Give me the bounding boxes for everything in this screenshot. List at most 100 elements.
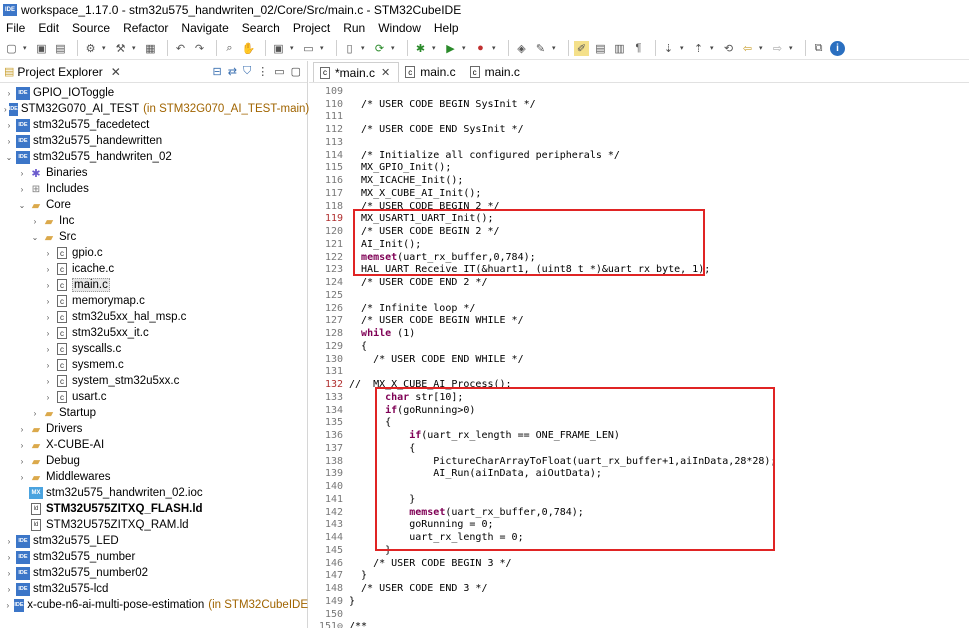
collapsed-arrow-icon[interactable]: › <box>43 281 53 290</box>
run-icon[interactable]: ▶ <box>443 41 458 56</box>
collapsed-arrow-icon[interactable]: › <box>17 185 27 194</box>
dropdown-arrow-icon[interactable]: ▾ <box>789 44 795 52</box>
tree-item[interactable]: › IDE stm32u575_number <box>0 549 308 565</box>
tree-item[interactable]: › ▰ Drivers <box>0 421 308 437</box>
collapsed-arrow-icon[interactable]: › <box>17 425 27 434</box>
show-block-icon[interactable]: ▤ <box>593 41 608 56</box>
dropdown-arrow-icon[interactable]: ▾ <box>759 44 765 52</box>
open-perspective-icon[interactable]: ⧉ <box>811 41 826 56</box>
tree-item[interactable]: ⌄ ▰ Core <box>0 197 308 213</box>
tree-item[interactable]: › c gpio.c <box>0 245 308 261</box>
collapsed-arrow-icon[interactable]: › <box>4 105 7 114</box>
tree-item[interactable]: ⌄ IDE stm32u575_handwriten_02 <box>0 149 308 165</box>
close-icon[interactable]: ✕ <box>111 65 121 79</box>
prev-annotation-icon[interactable]: ⇡ <box>691 41 706 56</box>
collapsed-arrow-icon[interactable]: › <box>30 409 40 418</box>
menu-item-source[interactable]: Source <box>72 21 110 35</box>
collapsed-arrow-icon[interactable]: › <box>43 265 53 274</box>
external-tools-icon[interactable]: ● <box>473 41 488 56</box>
dropdown-arrow-icon[interactable]: ▾ <box>552 44 558 52</box>
tree-item[interactable]: › c sysmem.c <box>0 357 308 373</box>
collapsed-arrow-icon[interactable]: › <box>30 217 40 226</box>
tree-item[interactable]: › ▰ Startup <box>0 405 308 421</box>
menu-item-run[interactable]: Run <box>343 21 365 35</box>
build-hammer-icon[interactable]: ⚒ <box>113 41 128 56</box>
tree-item[interactable]: › IDE STM32G070_AI_TEST (in STM32G070_AI_TE… <box>0 101 309 117</box>
search-icon[interactable]: ⌕ <box>222 41 237 56</box>
toggle-mark-icon[interactable]: ▥ <box>612 41 627 56</box>
minimize-icon[interactable]: ▭ <box>274 65 284 78</box>
collapsed-arrow-icon[interactable]: › <box>43 361 53 370</box>
collapsed-arrow-icon[interactable]: › <box>43 297 53 306</box>
editor-tab-main-c[interactable]: c *main.c ✕ <box>313 62 400 82</box>
collapsed-arrow-icon[interactable]: › <box>4 537 14 546</box>
new-icon[interactable]: ▢ <box>4 41 19 56</box>
expanded-arrow-icon[interactable]: ⌄ <box>30 233 40 242</box>
collapsed-arrow-icon[interactable]: › <box>43 329 53 338</box>
menu-item-help[interactable]: Help <box>434 21 459 35</box>
expanded-arrow-icon[interactable]: ⌄ <box>4 153 14 162</box>
tree-item[interactable]: › c main.c <box>0 277 308 293</box>
collapsed-arrow-icon[interactable]: › <box>17 457 27 466</box>
editor-tab-main-c[interactable]: c main.c <box>464 62 528 82</box>
debug-bug-icon[interactable]: ✱ <box>413 41 428 56</box>
device-icon[interactable]: ▣ <box>271 41 286 56</box>
collapsed-arrow-icon[interactable]: › <box>4 89 14 98</box>
refresh-icon[interactable]: ⟳ <box>372 41 387 56</box>
dropdown-arrow-icon[interactable]: ▾ <box>320 44 326 52</box>
collapse-all-icon[interactable]: ⊟ <box>213 65 222 78</box>
view-menu-icon[interactable]: ⋮ <box>257 65 268 78</box>
settings-icon[interactable]: ⚙ <box>83 41 98 56</box>
link-editor-icon[interactable]: ⇄ <box>228 65 237 78</box>
undo-icon[interactable]: ↶ <box>173 41 188 56</box>
collapsed-arrow-icon[interactable]: › <box>4 553 14 562</box>
tree-item[interactable]: › ✱ Binaries <box>0 165 308 181</box>
collapsed-arrow-icon[interactable]: › <box>4 137 14 146</box>
menu-item-file[interactable]: File <box>6 21 25 35</box>
last-edit-icon[interactable]: ⟲ <box>721 41 736 56</box>
tree-item[interactable]: ld STM32U575ZITXQ_RAM.ld <box>0 517 308 533</box>
collapsed-arrow-icon[interactable]: › <box>4 601 12 610</box>
collapsed-arrow-icon[interactable]: › <box>43 393 53 402</box>
collapsed-arrow-icon[interactable]: › <box>43 377 53 386</box>
redo-icon[interactable]: ↷ <box>192 41 207 56</box>
tree-item[interactable]: › ▰ Middlewares <box>0 469 308 485</box>
collapsed-arrow-icon[interactable]: › <box>17 441 27 450</box>
collapsed-arrow-icon[interactable]: › <box>4 569 14 578</box>
expanded-arrow-icon[interactable]: ⌄ <box>17 201 27 210</box>
menu-item-project[interactable]: Project <box>293 21 330 35</box>
collapsed-arrow-icon[interactable]: › <box>4 585 14 594</box>
maximize-icon[interactable]: ▢ <box>291 65 301 78</box>
tree-item[interactable]: MX stm32u575_handwriten_02.ioc <box>0 485 308 501</box>
tree-item[interactable]: › ▰ X-CUBE-AI <box>0 437 308 453</box>
next-annotation-icon[interactable]: ⇣ <box>661 41 676 56</box>
tree-item[interactable]: › c stm32u5xx_it.c <box>0 325 308 341</box>
highlight-pen-icon[interactable]: ✐ <box>574 40 589 56</box>
tree-item[interactable]: › IDE stm32u575_handewritten <box>0 133 308 149</box>
collapsed-arrow-icon[interactable]: › <box>17 169 27 178</box>
tree-item[interactable]: › c usart.c <box>0 389 308 405</box>
tree-item[interactable]: › c system_stm32u5xx.c <box>0 373 308 389</box>
menu-item-navigate[interactable]: Navigate <box>181 21 228 35</box>
hand-icon[interactable]: ✋ <box>241 41 256 56</box>
dropdown-arrow-icon[interactable]: ▾ <box>462 44 468 52</box>
open-task-icon[interactable]: ✎ <box>533 41 548 56</box>
dropdown-arrow-icon[interactable]: ▾ <box>710 44 716 52</box>
tree-item[interactable]: › IDE GPIO_IOToggle <box>0 85 308 101</box>
code-area[interactable]: 109 110 /* USER CODE BEGIN SysInit */111 1… <box>309 84 969 628</box>
tree-item[interactable]: › c memorymap.c <box>0 293 308 309</box>
save-all-icon[interactable]: ▤ <box>53 41 68 56</box>
dropdown-arrow-icon[interactable]: ▾ <box>23 44 29 52</box>
collapsed-arrow-icon[interactable]: › <box>43 313 53 322</box>
tree-item[interactable]: › ▰ Inc <box>0 213 308 229</box>
filter-icon[interactable]: ⛉ <box>243 65 251 78</box>
dropdown-arrow-icon[interactable]: ▾ <box>102 44 108 52</box>
menu-item-edit[interactable]: Edit <box>38 21 59 35</box>
menu-item-refactor[interactable]: Refactor <box>123 21 168 35</box>
folder-open-icon[interactable]: ▭ <box>301 41 316 56</box>
tree-item[interactable]: › ▰ Debug <box>0 453 308 469</box>
dropdown-arrow-icon[interactable]: ▾ <box>492 44 498 52</box>
tree-item[interactable]: › ⊞ Includes <box>0 181 308 197</box>
info-icon[interactable]: i <box>830 40 845 56</box>
close-icon[interactable]: ✕ <box>381 66 390 79</box>
